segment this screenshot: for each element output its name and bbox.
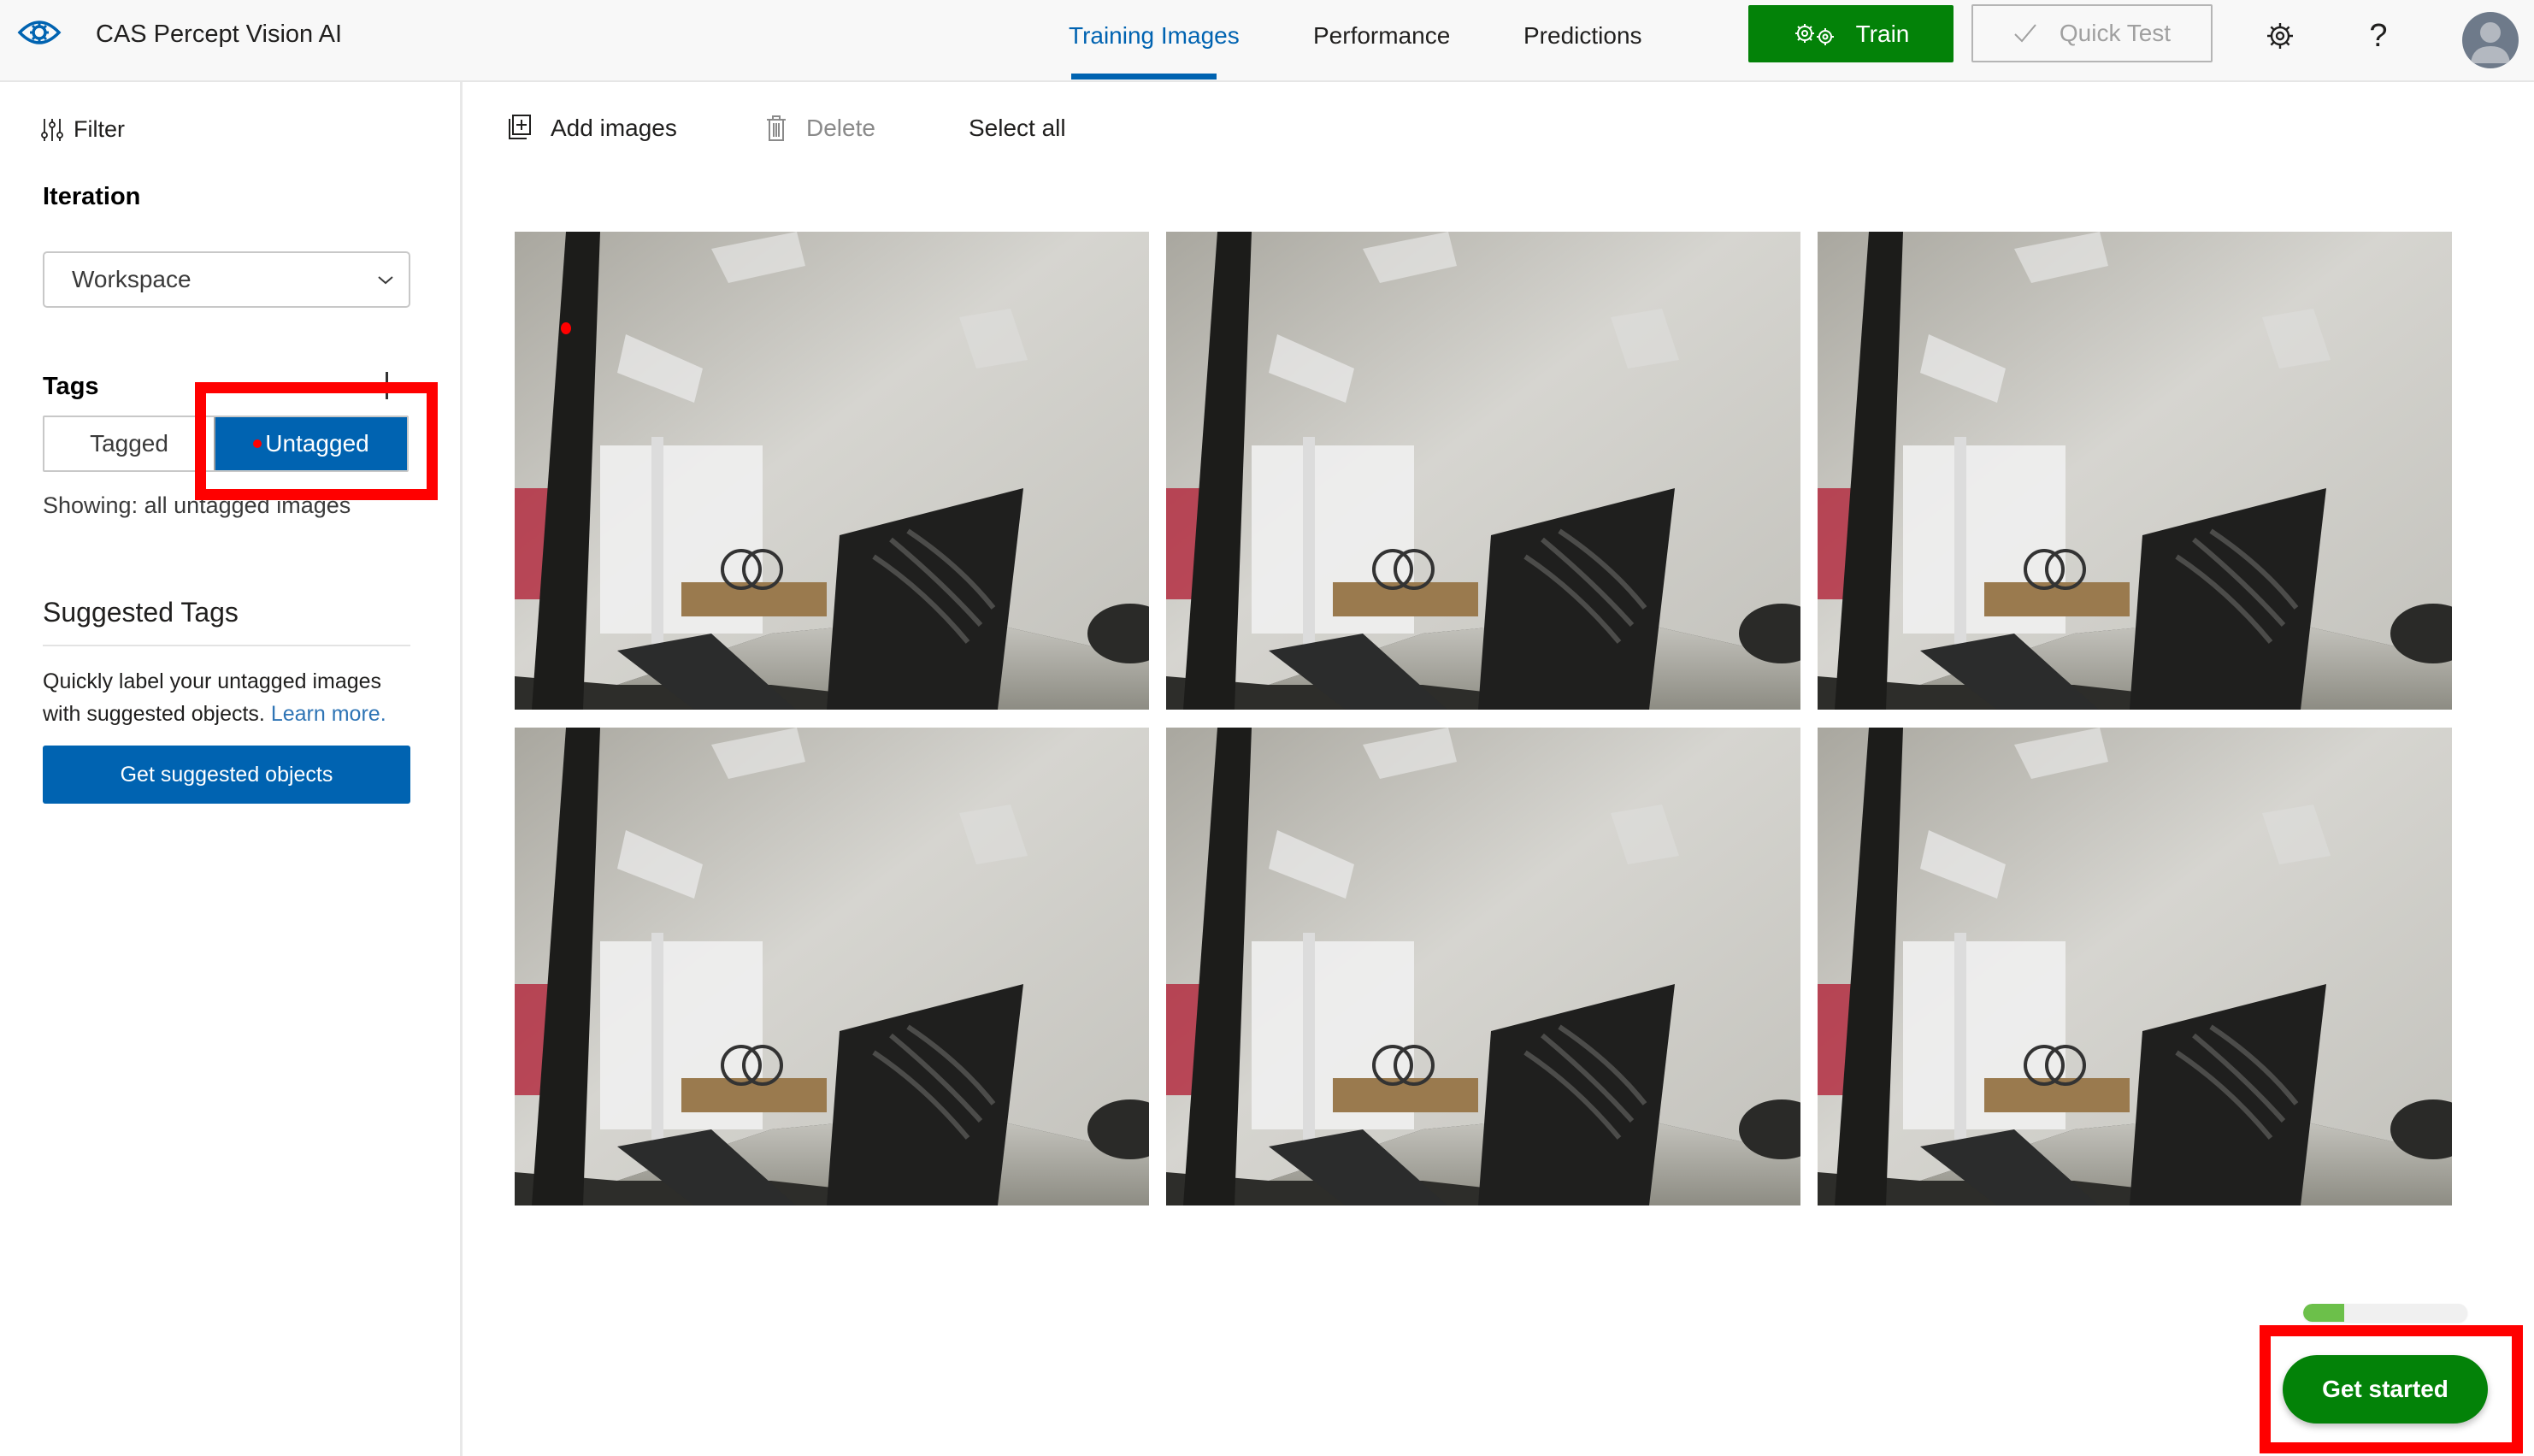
office-scene-photo (1818, 728, 2452, 1205)
office-scene-photo (1166, 232, 1800, 710)
click-marker-dot (253, 439, 262, 448)
app-title: CAS Percept Vision AI (96, 21, 343, 48)
image-thumbnail[interactable] (1166, 728, 1800, 1205)
tags-heading: Tags (43, 373, 99, 400)
divider (43, 645, 410, 646)
tag-filter-toggle: Tagged Untagged (43, 416, 409, 472)
user-avatar-icon[interactable] (2462, 12, 2519, 68)
tab-performance[interactable]: Performance (1313, 22, 1450, 50)
checkmark-icon (2014, 24, 2036, 43)
help-question-icon[interactable]: ? (2361, 18, 2396, 54)
office-scene-photo (1166, 728, 1800, 1205)
click-marker-dot (561, 322, 571, 334)
add-images-button[interactable]: Add images (506, 115, 677, 142)
iteration-selected: Workspace (72, 266, 192, 292)
office-scene-photo (515, 728, 1149, 1205)
onboarding-progress-bar (2303, 1304, 2467, 1322)
image-thumbnail[interactable] (1818, 232, 2452, 710)
get-started-button[interactable]: Get started (2283, 1355, 2488, 1424)
chevron-down-icon (378, 276, 393, 285)
progress-fill (2303, 1304, 2344, 1322)
office-scene-photo (1818, 232, 2452, 710)
tagged-label: Tagged (90, 430, 168, 457)
filter-label: Filter (74, 116, 125, 142)
quick-test-label: Quick Test (2059, 20, 2172, 46)
delete-button[interactable]: Delete (765, 115, 875, 142)
untagged-label: Untagged (265, 430, 369, 457)
delete-label: Delete (806, 115, 875, 141)
image-thumbnail[interactable] (1818, 728, 2452, 1205)
add-images-icon (509, 115, 531, 139)
filter-button[interactable]: Filter (41, 116, 125, 143)
image-thumbnail[interactable] (515, 728, 1149, 1205)
suggested-tags-description: Quickly label your untagged images with … (43, 665, 419, 730)
train-button[interactable]: Train (1748, 5, 1954, 62)
untagged-toggle-button[interactable]: Untagged (214, 417, 407, 470)
tab-training-images[interactable]: Training Images (1069, 22, 1240, 50)
iteration-dropdown[interactable]: Workspace (43, 251, 410, 308)
active-tab-indicator (1071, 74, 1217, 80)
get-suggested-objects-button[interactable]: Get suggested objects (43, 746, 410, 804)
text-cursor (386, 372, 388, 399)
filter-sidebar: Filter Iteration Workspace Tags Tagged U… (0, 82, 463, 1456)
tagged-toggle-button[interactable]: Tagged (44, 417, 214, 470)
train-label: Train (1855, 20, 1910, 47)
gear-icon[interactable] (2263, 19, 2297, 53)
image-thumbnail[interactable] (515, 232, 1149, 710)
top-nav-bar: CAS Percept Vision AI Training Images Pe… (0, 0, 2534, 82)
select-all-button[interactable]: Select all (969, 115, 1066, 142)
quick-test-button[interactable]: Quick Test (1971, 4, 2213, 62)
showing-status-text: Showing: all untagged images (43, 492, 351, 518)
image-grid (515, 232, 2452, 1205)
eye-gear-icon[interactable] (17, 15, 62, 50)
tab-predictions[interactable]: Predictions (1523, 22, 1642, 50)
add-images-label: Add images (551, 115, 677, 141)
gears-icon (1794, 23, 1834, 45)
filter-sliders-icon (41, 118, 63, 141)
office-scene-photo (515, 232, 1149, 710)
iteration-heading: Iteration (43, 183, 141, 210)
image-thumbnail[interactable] (1166, 232, 1800, 710)
suggested-tags-heading: Suggested Tags (43, 597, 239, 628)
trash-icon (767, 115, 786, 141)
learn-more-link[interactable]: Learn more. (271, 702, 386, 726)
